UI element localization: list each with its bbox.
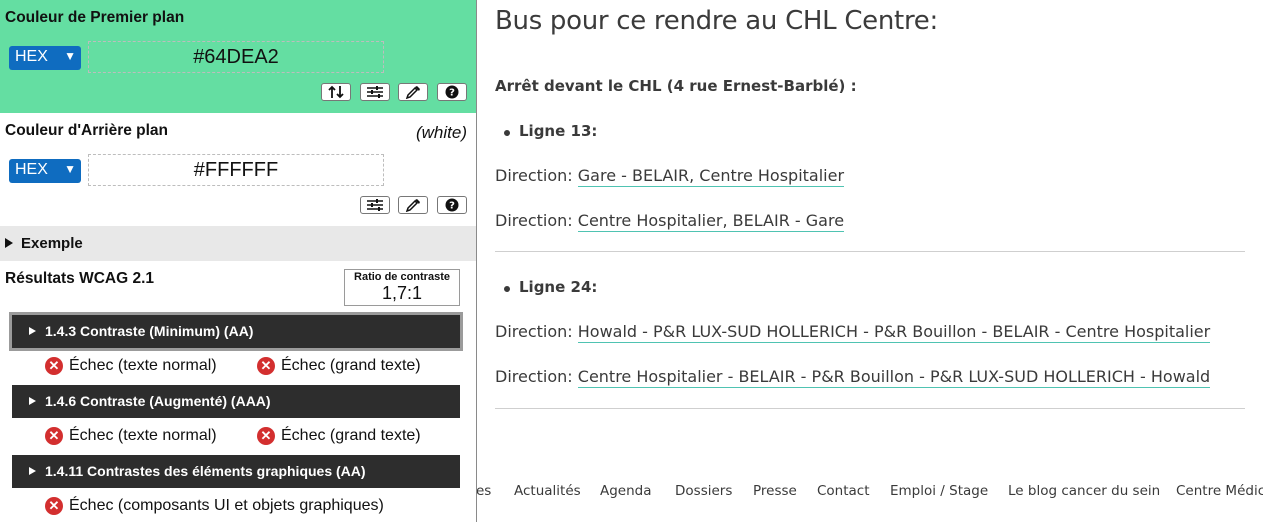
result-text: Échec (grand texte) bbox=[281, 427, 421, 444]
chevron-down-icon: ▼ bbox=[64, 162, 76, 176]
disclosure-triangle-icon bbox=[29, 327, 36, 335]
background-help-button[interactable]: ? bbox=[437, 196, 467, 214]
foreground-sliders-button[interactable] bbox=[360, 83, 390, 101]
eyedropper-icon bbox=[405, 199, 420, 212]
direction-label: Direction: bbox=[495, 211, 573, 230]
criterion-1-4-3-toggle[interactable]: 1.4.3 Contraste (Minimum) (AA) bbox=[9, 312, 463, 351]
direction-row: Direction: Howald - P&R LUX-SUD HOLLERIC… bbox=[495, 322, 1211, 343]
footer-link-blog[interactable]: Le blog cancer du sein bbox=[1008, 483, 1160, 499]
svg-text:?: ? bbox=[449, 88, 455, 99]
direction-link[interactable]: Centre Hospitalier - BELAIR - P&R Bouill… bbox=[577, 367, 1211, 388]
format-value: HEX bbox=[15, 48, 48, 65]
footer-link-contact[interactable]: Contact bbox=[817, 483, 870, 499]
result-item: ✕ Échec (grand texte) bbox=[257, 427, 421, 445]
result-text: Échec (grand texte) bbox=[281, 357, 421, 374]
footer-link-emploi[interactable]: Emploi / Stage bbox=[890, 483, 988, 499]
example-toggle[interactable]: Exemple bbox=[0, 226, 476, 261]
foreground-eyedropper-button[interactable] bbox=[398, 83, 428, 101]
disclosure-triangle-icon bbox=[29, 397, 36, 405]
result-item: ✕ Échec (texte normal) bbox=[45, 357, 217, 375]
fail-icon: ✕ bbox=[257, 357, 275, 375]
direction-link[interactable]: Centre Hospitalier, BELAIR - Gare bbox=[577, 211, 845, 232]
sliders-icon bbox=[367, 86, 383, 98]
page-title: Bus pour ce rendre au CHL Centre: bbox=[495, 6, 938, 36]
background-hex-input[interactable]: #FFFFFF bbox=[88, 154, 384, 186]
help-icon: ? bbox=[445, 85, 459, 99]
chevron-down-icon: ▼ bbox=[64, 49, 76, 63]
result-item: ✕ Échec (grand texte) bbox=[257, 357, 421, 375]
background-format-select[interactable]: HEX ▼ bbox=[9, 159, 81, 183]
criterion-label: 1.4.6 Contraste (Augmenté) (AAA) bbox=[45, 393, 271, 409]
contrast-ratio-box: Ratio de contraste 1,7:1 bbox=[344, 269, 460, 306]
criterion-1-4-11-toggle[interactable]: 1.4.11 Contrastes des éléments graphique… bbox=[12, 455, 460, 488]
footer-link-actualites[interactable]: Actualités bbox=[514, 483, 581, 499]
direction-link[interactable]: Gare - BELAIR, Centre Hospitalier bbox=[577, 166, 845, 187]
contrast-ratio-label: Ratio de contraste bbox=[354, 271, 450, 283]
format-value: HEX bbox=[15, 161, 48, 178]
fail-icon: ✕ bbox=[257, 427, 275, 445]
help-icon: ? bbox=[445, 198, 459, 212]
foreground-title: Couleur de Premier plan bbox=[5, 9, 185, 26]
direction-label: Direction: bbox=[495, 367, 573, 386]
direction-row: Direction: Gare - BELAIR, Centre Hospita… bbox=[495, 166, 845, 187]
swap-colors-button[interactable] bbox=[321, 83, 351, 101]
result-item: ✕ Échec (composants UI et objets graphiq… bbox=[45, 497, 384, 515]
line-24-heading: Ligne 24: bbox=[503, 278, 598, 296]
direction-row: Direction: Centre Hospitalier - BELAIR -… bbox=[495, 367, 1211, 388]
direction-label: Direction: bbox=[495, 166, 573, 185]
fail-icon: ✕ bbox=[45, 497, 63, 515]
direction-label: Direction: bbox=[495, 322, 573, 341]
foreground-hex-input[interactable]: #64DEA2 bbox=[88, 41, 384, 73]
background-sliders-button[interactable] bbox=[360, 196, 390, 214]
foreground-section: Couleur de Premier plan HEX ▼ #64DEA2 ? bbox=[0, 0, 476, 113]
background-title: Couleur d'Arrière plan bbox=[5, 122, 169, 139]
criterion-label: 1.4.11 Contrastes des éléments graphique… bbox=[45, 463, 366, 479]
stop-heading: Arrêt devant le CHL (4 rue Ernest-Barblé… bbox=[495, 77, 857, 95]
line-13-heading: Ligne 13: bbox=[503, 122, 598, 140]
foreground-format-select[interactable]: HEX ▼ bbox=[9, 46, 81, 70]
result-text: Échec (composants UI et objets graphique… bbox=[69, 497, 384, 514]
fail-icon: ✕ bbox=[45, 427, 63, 445]
example-label: Exemple bbox=[21, 235, 83, 252]
sliders-icon bbox=[367, 199, 383, 211]
swap-icon bbox=[328, 85, 344, 99]
divider bbox=[495, 408, 1245, 409]
footer-link-dossiers[interactable]: Dossiers bbox=[675, 483, 732, 499]
criterion-label: 1.4.3 Contraste (Minimum) (AA) bbox=[45, 323, 254, 339]
results-title: Résultats WCAG 2.1 bbox=[5, 270, 155, 287]
svg-text:?: ? bbox=[449, 201, 455, 212]
disclosure-triangle-icon bbox=[29, 467, 36, 475]
direction-link[interactable]: Howald - P&R LUX-SUD HOLLERICH - P&R Bou… bbox=[577, 322, 1211, 343]
result-item: ✕ Échec (texte normal) bbox=[45, 427, 217, 445]
background-color-name: (white) bbox=[415, 123, 467, 142]
eyedropper-icon bbox=[405, 86, 420, 99]
web-page: Bus pour ce rendre au CHL Centre: Arrêt … bbox=[477, 0, 1263, 522]
criterion-1-4-6-toggle[interactable]: 1.4.6 Contraste (Augmenté) (AAA) bbox=[12, 385, 460, 418]
contrast-checker-panel: Couleur de Premier plan HEX ▼ #64DEA2 ? … bbox=[0, 0, 477, 522]
divider bbox=[495, 251, 1245, 252]
foreground-help-button[interactable]: ? bbox=[437, 83, 467, 101]
result-text: Échec (texte normal) bbox=[69, 427, 217, 444]
footer-link[interactable]: es bbox=[477, 483, 491, 499]
disclosure-triangle-icon bbox=[5, 238, 13, 248]
footer-link-agenda[interactable]: Agenda bbox=[600, 483, 652, 499]
contrast-ratio-value: 1,7:1 bbox=[381, 283, 423, 303]
footer-link-presse[interactable]: Presse bbox=[753, 483, 797, 499]
footer-link-centre-medical[interactable]: Centre Médic bbox=[1176, 483, 1263, 499]
result-text: Échec (texte normal) bbox=[69, 357, 217, 374]
background-eyedropper-button[interactable] bbox=[398, 196, 428, 214]
direction-row: Direction: Centre Hospitalier, BELAIR - … bbox=[495, 211, 845, 232]
fail-icon: ✕ bbox=[45, 357, 63, 375]
